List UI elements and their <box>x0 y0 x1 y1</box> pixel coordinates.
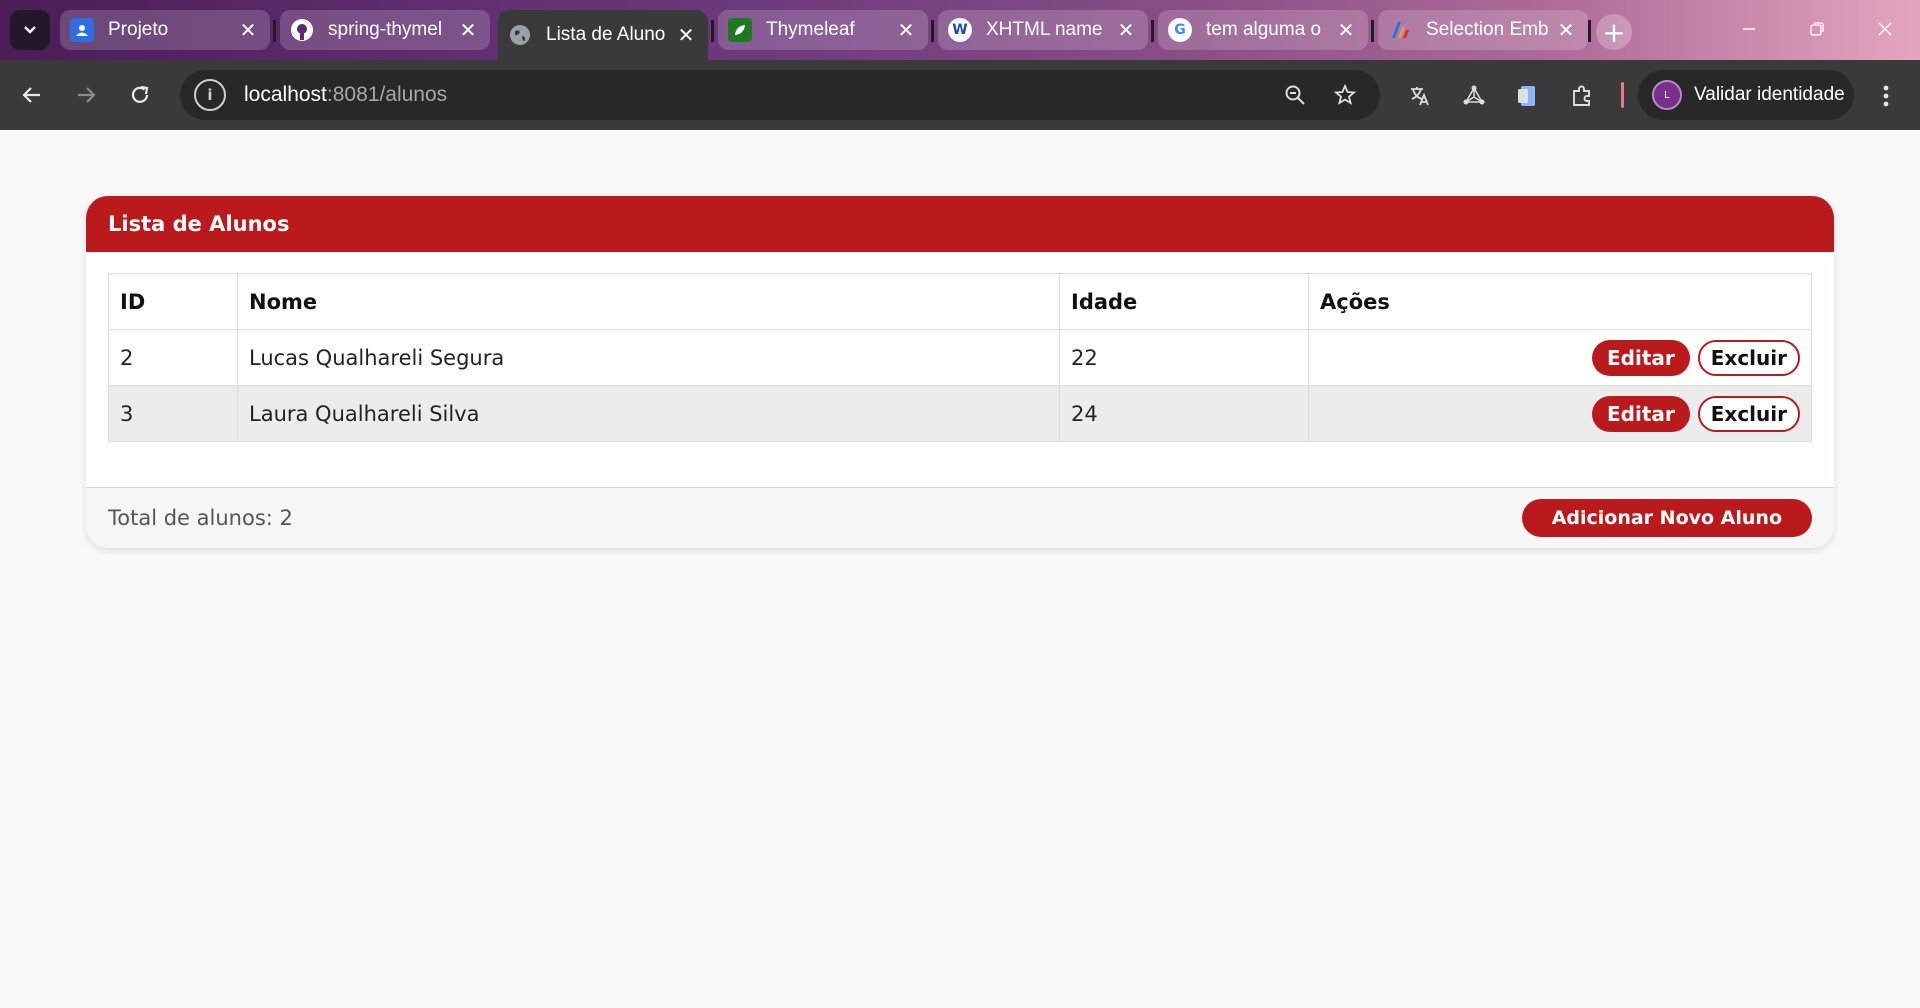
star-icon[interactable] <box>1330 80 1360 110</box>
globe-icon <box>508 23 532 47</box>
site-info-icon[interactable]: i <box>194 79 226 111</box>
extension-network-icon[interactable] <box>1458 80 1490 112</box>
table-row: 3 Laura Qualhareli Silva 24 Editar Exclui… <box>108 385 1812 442</box>
cell-idade: 24 <box>1059 385 1309 442</box>
table-header-row: ID Nome Idade Ações <box>108 273 1812 330</box>
close-icon[interactable]: ✕ <box>1554 18 1578 42</box>
delete-button[interactable]: Excluir <box>1697 339 1800 376</box>
kebab-menu-icon <box>1883 85 1889 107</box>
tab-title: Thymeleaf <box>766 19 855 40</box>
edit-button[interactable]: Editar <box>1592 339 1690 376</box>
adobe-analytics-icon <box>1388 18 1412 42</box>
close-icon[interactable]: ✕ <box>1334 18 1358 42</box>
new-tab-button[interactable]: + <box>1596 14 1632 50</box>
google-icon: G <box>1168 18 1192 42</box>
tab-projeto[interactable]: Projeto ✕ <box>60 10 270 50</box>
column-header-nome: Nome <box>237 273 1060 330</box>
add-student-button[interactable]: Adicionar Novo Aluno <box>1521 499 1812 537</box>
reload-button[interactable] <box>122 77 158 113</box>
tab-title: Lista de Aluno <box>546 24 666 45</box>
tab-google-search[interactable]: G tem alguma o ✕ <box>1158 10 1368 50</box>
address-bar[interactable]: i localhost:8081/alunos <box>180 70 1380 120</box>
total-students: Total de alunos: 2 <box>108 506 293 530</box>
card-header: Lista de Alunos <box>86 196 1834 252</box>
avatar: L <box>1652 80 1682 110</box>
card-footer: Total de alunos: 2 Adicionar Novo Aluno <box>86 487 1834 548</box>
delete-button[interactable]: Excluir <box>1697 395 1800 432</box>
tab-title: Selection Emb <box>1426 19 1548 40</box>
column-header-id: ID <box>108 273 238 330</box>
plus-icon: + <box>1602 15 1626 49</box>
translate-icon[interactable] <box>1404 80 1436 112</box>
tab-separator <box>1151 20 1154 42</box>
cell-id: 2 <box>108 329 238 386</box>
thymeleaf-leaf-icon <box>728 18 752 42</box>
tab-separator <box>931 20 934 42</box>
tab-spring-thymeleaf[interactable]: spring-thymel ✕ <box>280 10 490 50</box>
url-host: localhost <box>244 83 327 106</box>
minimize-button[interactable] <box>1726 12 1772 46</box>
tab-separator <box>1371 20 1374 42</box>
tab-thymeleaf[interactable]: Thymeleaf ✕ <box>718 10 928 50</box>
google-classroom-icon <box>70 18 94 42</box>
cell-nome: Lucas Qualhareli Segura <box>237 329 1060 386</box>
close-icon[interactable]: ✕ <box>1114 18 1138 42</box>
profile-button[interactable]: L Validar identidade <box>1638 70 1854 120</box>
url-path: :8081/alunos <box>326 83 448 106</box>
restore-button[interactable] <box>1794 12 1840 46</box>
tab-title: Projeto <box>108 19 169 40</box>
tab-separator <box>273 20 276 42</box>
table-row: 2 Lucas Qualhareli Segura 22 Editar Exclu… <box>108 329 1812 386</box>
students-table: ID Nome Idade Ações 2 Lucas Qualhareli S… <box>108 273 1812 442</box>
cell-id: 3 <box>108 385 238 442</box>
edit-button[interactable]: Editar <box>1592 395 1690 432</box>
restore-icon <box>1810 22 1824 36</box>
cell-nome: Laura Qualhareli Silva <box>237 385 1060 442</box>
tab-title: spring-thymel <box>328 19 443 40</box>
github-icon <box>290 18 314 42</box>
reload-icon <box>131 85 149 103</box>
tab-separator <box>1588 20 1591 42</box>
close-window-button[interactable] <box>1862 12 1908 46</box>
column-header-acoes: Ações <box>1308 273 1812 330</box>
tab-separator <box>711 20 714 42</box>
profile-label: Validar identidade <box>1694 84 1845 105</box>
w3c-icon: W <box>948 18 972 42</box>
cell-acoes: Editar Excluir <box>1308 385 1812 442</box>
forward-button[interactable] <box>68 77 104 113</box>
arrow-right-icon <box>78 87 96 103</box>
browser-toolbar: i localhost:8081/alunos L Validar identi… <box>0 60 1920 130</box>
google-docs-offline-icon[interactable] <box>1512 80 1544 112</box>
browser-menu-button[interactable] <box>1870 80 1902 112</box>
close-icon[interactable]: ✕ <box>236 18 260 42</box>
close-icon[interactable]: ✕ <box>674 23 698 47</box>
chevron-down-icon <box>24 26 36 34</box>
tab-search-button[interactable] <box>10 10 50 50</box>
close-icon <box>1878 22 1892 36</box>
students-card: Lista de Alunos ID Nome Idade Ações 2 Lu… <box>86 196 1834 548</box>
cell-acoes: Editar Excluir <box>1308 329 1812 386</box>
close-icon[interactable]: ✕ <box>894 18 918 42</box>
tab-selection-emb[interactable]: Selection Emb ✕ <box>1378 10 1588 50</box>
students-table-wrapper: ID Nome Idade Ações 2 Lucas Qualhareli S… <box>108 273 1812 442</box>
tab-lista-de-alunos[interactable]: Lista de Aluno ✕ <box>498 10 708 60</box>
arrow-left-icon <box>22 87 40 103</box>
tab-title: tem alguma o <box>1206 19 1322 40</box>
tab-xhtml-namespace[interactable]: W XHTML name ✕ <box>938 10 1148 50</box>
extensions-puzzle-icon[interactable] <box>1566 80 1598 112</box>
tab-title: XHTML name <box>986 19 1103 40</box>
close-icon[interactable]: ✕ <box>456 18 480 42</box>
back-button[interactable] <box>14 77 50 113</box>
card-title: Lista de Alunos <box>108 212 290 236</box>
minimize-icon <box>1743 28 1755 30</box>
tab-strip: Projeto ✕ spring-thymel ✕ Lista de Aluno… <box>0 0 1920 60</box>
toolbar-divider <box>1621 82 1624 108</box>
zoom-icon[interactable] <box>1280 80 1310 110</box>
cell-idade: 22 <box>1059 329 1309 386</box>
column-header-idade: Idade <box>1059 273 1309 330</box>
